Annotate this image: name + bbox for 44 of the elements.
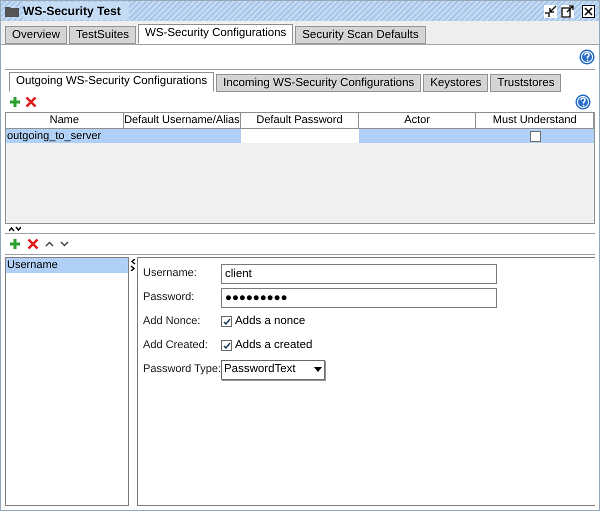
splitter-arrows-icon[interactable] — [9, 226, 21, 232]
checkbox-label: Adds a created — [235, 338, 312, 353]
close-icon[interactable] — [582, 4, 595, 18]
window-title: WS-Security Test — [23, 2, 129, 20]
field-label: Add Nonce: — [143, 314, 202, 330]
splitter-arrows-icon[interactable] — [130, 259, 136, 271]
column-header[interactable]: Actor — [358, 113, 476, 129]
field-label: Password: — [143, 290, 196, 306]
add-icon[interactable] — [9, 96, 21, 108]
move-down-icon[interactable] — [60, 241, 69, 247]
help-icon[interactable] — [579, 49, 595, 65]
tab[interactable]: Security Scan Defaults — [295, 26, 426, 44]
tab[interactable]: Incoming WS-Security Configurations — [216, 74, 422, 92]
move-up-icon[interactable] — [45, 241, 54, 247]
column-header[interactable]: Default Username/Alias — [124, 113, 242, 129]
checkbox[interactable] — [530, 130, 541, 142]
input-field[interactable]: client — [221, 264, 497, 284]
tab[interactable]: Overview — [5, 26, 67, 44]
folder-icon — [5, 6, 19, 16]
tab[interactable]: Keystores — [423, 74, 488, 92]
tab[interactable]: TestSuites — [68, 26, 136, 44]
column-header[interactable]: Default Password — [241, 113, 359, 129]
delete-icon[interactable] — [27, 238, 39, 250]
tab[interactable]: WS-Security Configurations — [138, 24, 294, 44]
checkbox-label: Adds a nonce — [235, 314, 306, 329]
help-icon[interactable] — [575, 94, 591, 110]
table-cell: outgoing_to_server — [6, 129, 124, 143]
list-item[interactable]: Username — [6, 258, 128, 273]
maximize-icon[interactable] — [561, 4, 574, 18]
field-label: Password Type: — [143, 362, 221, 378]
checkbox[interactable] — [221, 340, 232, 351]
tab[interactable]: Outgoing WS-Security Configurations — [9, 72, 214, 92]
restore-icon[interactable] — [544, 4, 557, 18]
column-header[interactable]: Must Understand — [476, 113, 594, 129]
input-field[interactable]: ●●●●●●●●● — [221, 288, 497, 308]
field-label: Username: — [143, 266, 198, 282]
dropdown[interactable]: PasswordText — [221, 360, 325, 380]
column-header[interactable]: Name — [6, 113, 124, 129]
field-label: Add Created: — [143, 338, 209, 354]
tab[interactable]: Truststores — [490, 74, 562, 92]
delete-icon[interactable] — [25, 96, 37, 108]
add-icon[interactable] — [9, 238, 21, 250]
caret-icon — [314, 367, 322, 372]
checkbox[interactable] — [221, 316, 232, 327]
